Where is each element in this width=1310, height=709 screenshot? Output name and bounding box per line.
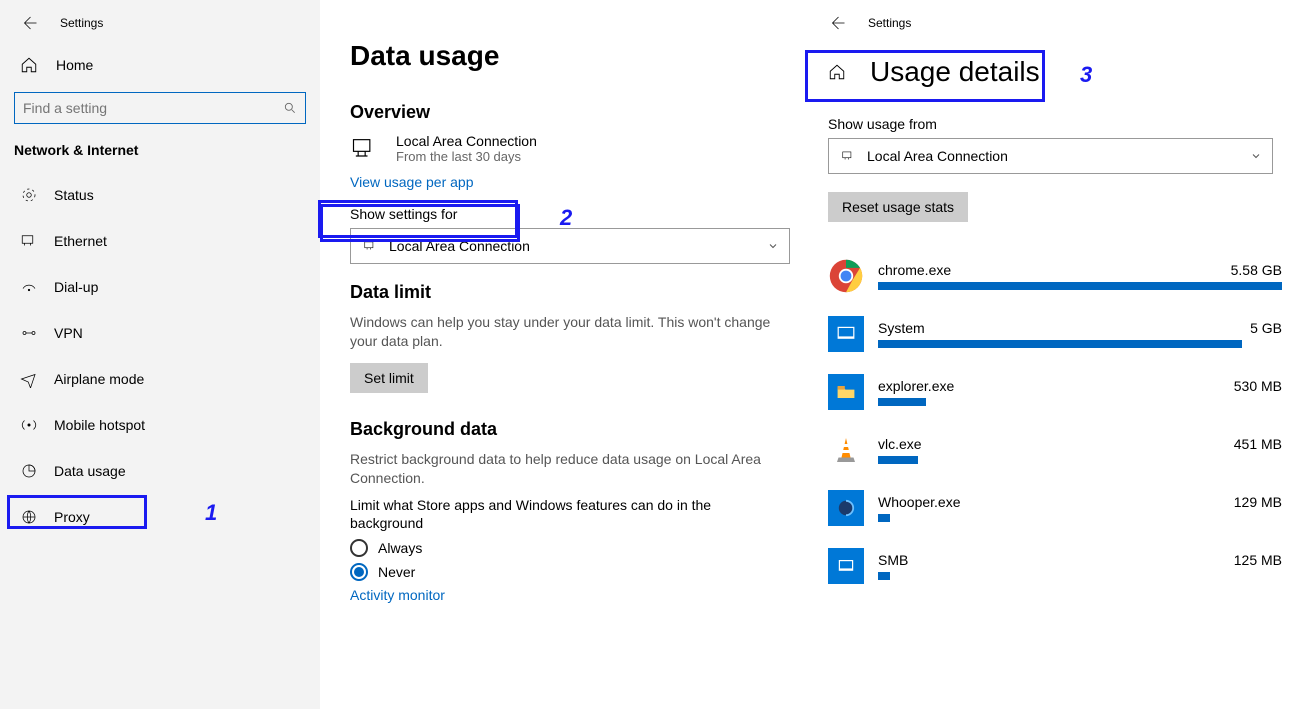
set-limit-button[interactable]: Set limit	[350, 363, 428, 393]
vlc-icon	[828, 432, 864, 468]
data-limit-heading: Data limit	[350, 282, 780, 303]
main-panel: Data usage Overview Local Area Connectio…	[320, 0, 800, 709]
app-name: System	[878, 320, 925, 336]
sidebar-item-label: Ethernet	[54, 233, 107, 249]
sidebar-item-label: Mobile hotspot	[54, 417, 145, 433]
radio-label: Always	[378, 540, 422, 556]
connection-name: Local Area Connection	[396, 133, 537, 149]
sidebar: Settings Home Network & Internet Status …	[0, 0, 320, 709]
home-nav[interactable]: Home	[0, 50, 320, 80]
header-title: Settings	[60, 16, 103, 30]
radio-never[interactable]: Never	[350, 563, 780, 581]
connection-sub: From the last 30 days	[396, 149, 537, 164]
home-label: Home	[56, 57, 93, 73]
chevron-down-icon	[767, 240, 779, 252]
dropdown-value: Local Area Connection	[867, 148, 1008, 164]
app-name: explorer.exe	[878, 378, 954, 394]
view-usage-link[interactable]: View usage per app	[350, 174, 474, 190]
data-limit-desc: Windows can help you stay under your dat…	[350, 313, 780, 351]
data-usage-icon	[20, 462, 42, 480]
annotation-number-1: 1	[205, 500, 217, 526]
background-heading: Background data	[350, 419, 780, 440]
dialup-icon	[20, 278, 42, 296]
annotation-number-3: 3	[1080, 62, 1092, 88]
background-desc: Restrict background data to help reduce …	[350, 450, 780, 488]
show-usage-dropdown[interactable]: Local Area Connection	[828, 138, 1273, 174]
radio-label: Never	[378, 564, 415, 580]
app-row[interactable]: explorer.exe 530 MB	[828, 374, 1282, 410]
sidebar-item-dialup[interactable]: Dial-up	[0, 264, 320, 310]
category-heading: Network & Internet	[0, 142, 320, 172]
app-usage: 451 MB	[1234, 436, 1282, 452]
vpn-icon	[20, 324, 42, 342]
radio-always[interactable]: Always	[350, 539, 780, 557]
page-title: Data usage	[350, 40, 780, 72]
activity-monitor-link[interactable]: Activity monitor	[350, 587, 445, 603]
annotation-box-1	[7, 495, 147, 529]
hotspot-icon	[20, 416, 42, 434]
sidebar-item-label: Status	[54, 187, 94, 203]
sidebar-item-data-usage[interactable]: Data usage	[0, 448, 320, 494]
app-usage: 530 MB	[1234, 378, 1282, 394]
app-name: Whooper.exe	[878, 494, 961, 510]
right-panel: Settings Usage details 3 Show usage from…	[800, 0, 1310, 709]
status-icon	[20, 186, 42, 204]
search-input[interactable]	[23, 100, 283, 116]
sidebar-item-status[interactable]: Status	[0, 172, 320, 218]
search-icon	[283, 101, 297, 115]
sidebar-item-label: Airplane mode	[54, 371, 144, 387]
usage-bar	[878, 456, 918, 464]
sidebar-item-vpn[interactable]: VPN	[0, 310, 320, 356]
sidebar-item-label: Data usage	[54, 463, 126, 479]
chevron-down-icon	[1250, 150, 1262, 162]
sidebar-item-ethernet[interactable]: Ethernet	[0, 218, 320, 264]
usage-bar	[878, 572, 890, 580]
system-icon	[828, 316, 864, 352]
app-usage: 125 MB	[1234, 552, 1282, 568]
whooper-icon	[828, 490, 864, 526]
ethernet-icon	[839, 149, 857, 163]
show-usage-label: Show usage from	[828, 116, 1282, 132]
ethernet-icon	[350, 133, 386, 163]
radio-icon	[350, 563, 368, 581]
usage-bar	[878, 340, 1242, 348]
smb-icon	[828, 548, 864, 584]
chrome-icon	[828, 258, 864, 294]
app-name: chrome.exe	[878, 262, 951, 278]
background-limit-text: Limit what Store apps and Windows featur…	[350, 496, 780, 534]
usage-bar	[878, 514, 890, 522]
app-usage: 129 MB	[1234, 494, 1282, 510]
app-row[interactable]: chrome.exe 5.58 GB	[828, 258, 1282, 294]
reset-usage-button[interactable]: Reset usage stats	[828, 192, 968, 222]
header-title: Settings	[868, 16, 911, 30]
back-arrow-icon[interactable]	[20, 14, 38, 32]
ethernet-icon	[20, 232, 42, 250]
app-usage: 5 GB	[1250, 320, 1282, 336]
back-arrow-icon[interactable]	[828, 14, 846, 32]
sidebar-item-label: VPN	[54, 325, 83, 341]
usage-bar	[878, 282, 1282, 290]
home-icon	[20, 56, 38, 74]
explorer-icon	[828, 374, 864, 410]
radio-icon	[350, 539, 368, 557]
app-row[interactable]: Whooper.exe 129 MB	[828, 490, 1282, 526]
sidebar-item-airplane[interactable]: Airplane mode	[0, 356, 320, 402]
app-row[interactable]: vlc.exe 451 MB	[828, 432, 1282, 468]
app-name: SMB	[878, 552, 908, 568]
search-input-wrap[interactable]	[14, 92, 306, 124]
overview-heading: Overview	[350, 102, 780, 123]
app-name: vlc.exe	[878, 436, 922, 452]
sidebar-item-hotspot[interactable]: Mobile hotspot	[0, 402, 320, 448]
annotation-box-2b	[318, 200, 518, 238]
airplane-icon	[20, 370, 42, 388]
sidebar-item-label: Dial-up	[54, 279, 98, 295]
annotation-number-2: 2	[560, 205, 572, 231]
annotation-box-3	[805, 50, 1045, 102]
app-usage: 5.58 GB	[1231, 262, 1282, 278]
app-list: chrome.exe 5.58 GB System 5 GB	[828, 258, 1282, 584]
usage-bar	[878, 398, 926, 406]
app-row[interactable]: SMB 125 MB	[828, 548, 1282, 584]
app-row[interactable]: System 5 GB	[828, 316, 1282, 352]
